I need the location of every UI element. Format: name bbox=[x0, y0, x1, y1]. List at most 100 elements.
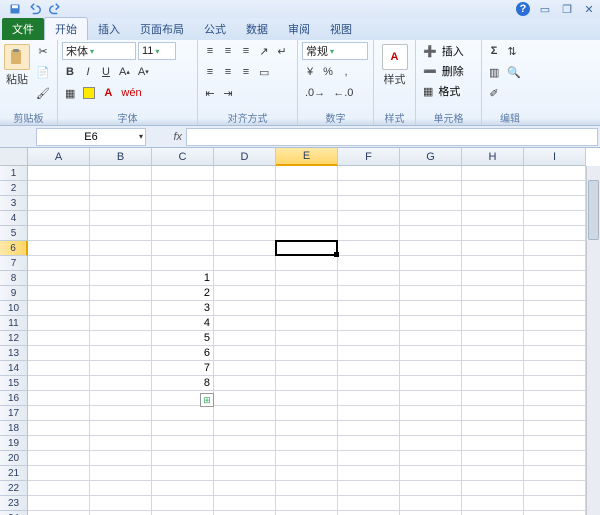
cell-D2[interactable] bbox=[214, 181, 276, 196]
cell-C3[interactable] bbox=[152, 196, 214, 211]
cell-H21[interactable] bbox=[462, 466, 524, 481]
cell-G8[interactable] bbox=[400, 271, 462, 286]
cell-F10[interactable] bbox=[338, 301, 400, 316]
cell-F11[interactable] bbox=[338, 316, 400, 331]
cell-D14[interactable] bbox=[214, 361, 276, 376]
cell-H15[interactable] bbox=[462, 376, 524, 391]
currency-icon[interactable]: ¥ bbox=[302, 63, 318, 81]
cell-F21[interactable] bbox=[338, 466, 400, 481]
cell-E12[interactable] bbox=[276, 331, 338, 346]
cell-C19[interactable] bbox=[152, 436, 214, 451]
cell-D6[interactable] bbox=[214, 241, 276, 256]
cell-F16[interactable] bbox=[338, 391, 400, 406]
cell-E18[interactable] bbox=[276, 421, 338, 436]
cell-E22[interactable] bbox=[276, 481, 338, 496]
align-bottom-icon[interactable]: ≡ bbox=[238, 42, 254, 60]
font-name-combo[interactable]: 宋体▾ bbox=[62, 42, 136, 60]
cell-A17[interactable] bbox=[28, 406, 90, 421]
cell-E10[interactable] bbox=[276, 301, 338, 316]
tab-page-layout[interactable]: 页面布局 bbox=[130, 18, 194, 40]
cell-E13[interactable] bbox=[276, 346, 338, 361]
cell-A5[interactable] bbox=[28, 226, 90, 241]
cell-D23[interactable] bbox=[214, 496, 276, 511]
cell-A6[interactable] bbox=[28, 241, 90, 256]
cell-G18[interactable] bbox=[400, 421, 462, 436]
undo-icon[interactable] bbox=[28, 2, 42, 16]
cell-B10[interactable] bbox=[90, 301, 152, 316]
cell-D13[interactable] bbox=[214, 346, 276, 361]
cell-G1[interactable] bbox=[400, 166, 462, 181]
cell-D3[interactable] bbox=[214, 196, 276, 211]
find-icon[interactable]: 🔍 bbox=[504, 63, 524, 81]
cell-F9[interactable] bbox=[338, 286, 400, 301]
cell-D19[interactable] bbox=[214, 436, 276, 451]
border-icon[interactable]: ▦ bbox=[62, 84, 78, 102]
cell-D9[interactable] bbox=[214, 286, 276, 301]
cell-F8[interactable] bbox=[338, 271, 400, 286]
cell-B12[interactable] bbox=[90, 331, 152, 346]
cell-A9[interactable] bbox=[28, 286, 90, 301]
row-header-18[interactable]: 18 bbox=[0, 421, 28, 436]
cell-H1[interactable] bbox=[462, 166, 524, 181]
cell-D11[interactable] bbox=[214, 316, 276, 331]
styles-button[interactable]: A 样式 bbox=[378, 42, 411, 87]
row-header-2[interactable]: 2 bbox=[0, 181, 28, 196]
cell-E19[interactable] bbox=[276, 436, 338, 451]
column-header-H[interactable]: H bbox=[462, 148, 524, 166]
column-header-E[interactable]: E bbox=[276, 148, 338, 166]
insert-cells-label[interactable]: 插入 bbox=[442, 43, 464, 59]
cell-E4[interactable] bbox=[276, 211, 338, 226]
cell-A24[interactable] bbox=[28, 511, 90, 515]
cell-D20[interactable] bbox=[214, 451, 276, 466]
cell-E8[interactable] bbox=[276, 271, 338, 286]
cell-C20[interactable] bbox=[152, 451, 214, 466]
copy-icon[interactable]: 📄 bbox=[33, 63, 53, 81]
column-header-D[interactable]: D bbox=[214, 148, 276, 166]
row-header-20[interactable]: 20 bbox=[0, 451, 28, 466]
cell-G9[interactable] bbox=[400, 286, 462, 301]
cell-A3[interactable] bbox=[28, 196, 90, 211]
cell-I20[interactable] bbox=[524, 451, 586, 466]
cell-A10[interactable] bbox=[28, 301, 90, 316]
cell-I6[interactable] bbox=[524, 241, 586, 256]
increase-decimal-icon[interactable]: .0→ bbox=[302, 84, 328, 102]
cell-F19[interactable] bbox=[338, 436, 400, 451]
cell-H16[interactable] bbox=[462, 391, 524, 406]
cell-G13[interactable] bbox=[400, 346, 462, 361]
tab-home[interactable]: 开始 bbox=[44, 17, 88, 40]
cell-I24[interactable] bbox=[524, 511, 586, 515]
cell-C1[interactable] bbox=[152, 166, 214, 181]
cell-B19[interactable] bbox=[90, 436, 152, 451]
cell-G17[interactable] bbox=[400, 406, 462, 421]
cell-A21[interactable] bbox=[28, 466, 90, 481]
cell-B14[interactable] bbox=[90, 361, 152, 376]
cell-I1[interactable] bbox=[524, 166, 586, 181]
cell-G10[interactable] bbox=[400, 301, 462, 316]
row-header-7[interactable]: 7 bbox=[0, 256, 28, 271]
row-header-16[interactable]: 16 bbox=[0, 391, 28, 406]
row-header-22[interactable]: 22 bbox=[0, 481, 28, 496]
cell-I2[interactable] bbox=[524, 181, 586, 196]
cell-F7[interactable] bbox=[338, 256, 400, 271]
cell-F24[interactable] bbox=[338, 511, 400, 515]
cell-H19[interactable] bbox=[462, 436, 524, 451]
cell-I22[interactable] bbox=[524, 481, 586, 496]
cell-D15[interactable] bbox=[214, 376, 276, 391]
help-icon[interactable]: ? bbox=[516, 2, 530, 16]
tab-view[interactable]: 视图 bbox=[320, 18, 362, 40]
cell-D18[interactable] bbox=[214, 421, 276, 436]
decrease-indent-icon[interactable]: ⇤ bbox=[202, 84, 218, 102]
cell-E11[interactable] bbox=[276, 316, 338, 331]
cell-B13[interactable] bbox=[90, 346, 152, 361]
column-header-C[interactable]: C bbox=[152, 148, 214, 166]
cell-A19[interactable] bbox=[28, 436, 90, 451]
phonetic-icon[interactable]: wén bbox=[118, 84, 144, 102]
redo-icon[interactable] bbox=[48, 2, 62, 16]
cell-G21[interactable] bbox=[400, 466, 462, 481]
increase-indent-icon[interactable]: ⇥ bbox=[220, 84, 236, 102]
cell-E17[interactable] bbox=[276, 406, 338, 421]
cell-E20[interactable] bbox=[276, 451, 338, 466]
row-header-15[interactable]: 15 bbox=[0, 376, 28, 391]
orientation-icon[interactable]: ↗ bbox=[256, 42, 272, 60]
cell-C15[interactable]: 8 bbox=[152, 376, 214, 391]
